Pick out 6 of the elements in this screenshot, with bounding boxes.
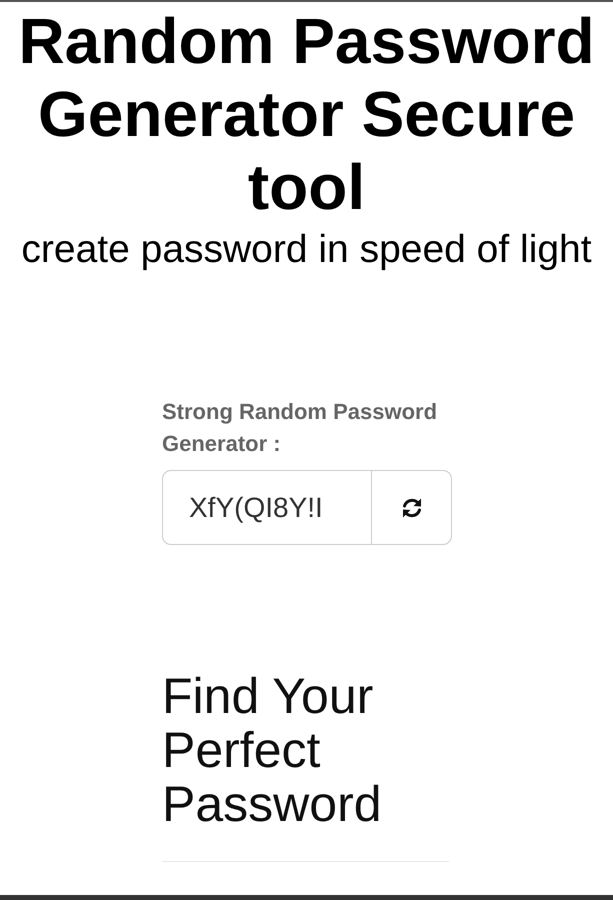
page-title: Random Password Generator Secure tool [17, 5, 596, 224]
section-heading: Find Your Perfect Password [162, 669, 383, 831]
password-field[interactable]: XfY(QI8Y!I [162, 470, 372, 545]
refresh-button[interactable] [372, 470, 452, 545]
page-subtitle: create password in speed of light [21, 228, 592, 272]
field-label: Strong Random Password Generator : [162, 398, 438, 458]
